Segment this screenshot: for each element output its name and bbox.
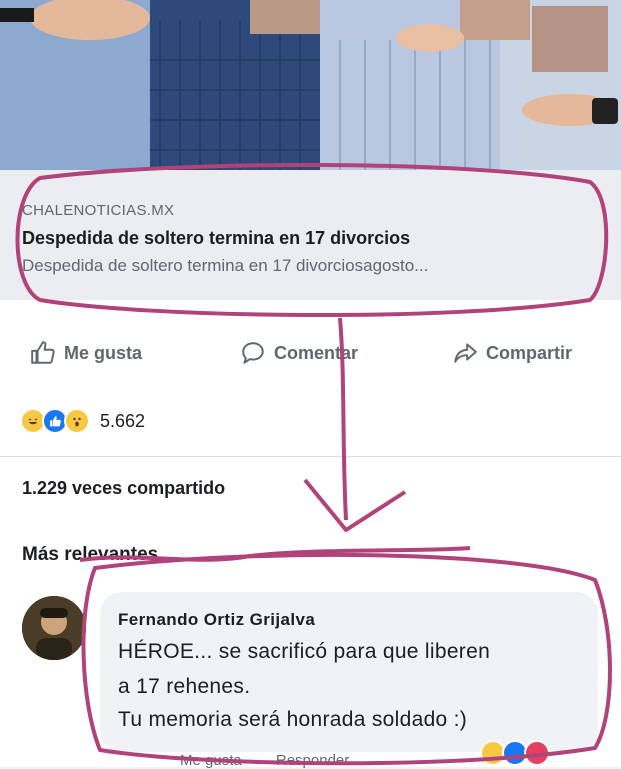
comment-text-line: HÉROE... se sacrificó para que liberen [118,640,491,663]
comment-like-link[interactable]: Me gusta [180,752,242,769]
comment-text-line: a 17 rehenes. [118,675,251,698]
link-description: Despedida de soltero termina en 17 divor… [22,256,429,275]
comment-button[interactable]: Comentar [240,330,358,376]
speech-bubble-icon [242,342,264,364]
like-button[interactable]: Me gusta [30,330,142,376]
post-actions-bar: Me gusta Comentar Compartir [0,330,621,376]
like-label: Me gusta [64,342,143,363]
share-label: Compartir [486,342,573,363]
link-title[interactable]: Despedida de soltero termina en 17 divor… [22,228,410,249]
link-domain: CHALENOTICIAS.MX [22,202,175,219]
love-reaction-icon [524,740,550,766]
group-photo-image [0,0,621,170]
reaction-count: 5.662 [100,410,146,431]
comment-sort-label[interactable]: Más relevantes [22,544,158,566]
comment-reactions[interactable] [480,740,550,766]
comment-author[interactable]: Fernando Ortiz Grijalva [118,610,315,630]
wow-reaction-icon [64,408,90,434]
share-arrow-icon [454,343,477,363]
comment-text-line: Tu memoria será honrada soldado :) [118,708,468,731]
avatar[interactable] [22,596,86,660]
post-photo[interactable] [0,0,621,170]
thumbs-up-icon [31,341,55,364]
comment-footer: Me gusta Responder [180,752,379,769]
share-button[interactable]: Compartir [452,330,572,376]
comment-label: Comentar [274,342,359,363]
section-divider [0,456,621,457]
share-count[interactable]: 1.229 veces compartido [22,478,225,499]
reactions-summary[interactable]: 5.662 [20,404,145,438]
comment-reply-link[interactable]: Responder [276,752,349,769]
